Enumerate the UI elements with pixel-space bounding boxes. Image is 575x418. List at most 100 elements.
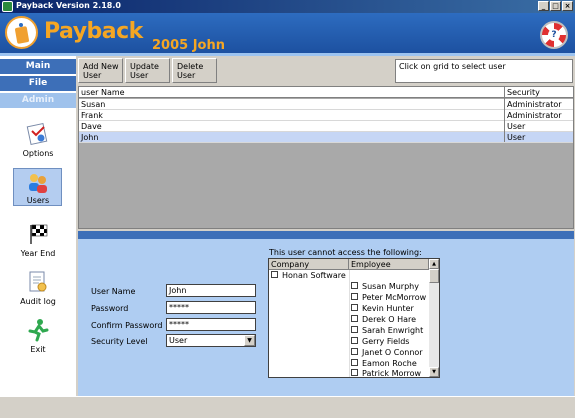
employee-name: Kevin Hunter — [362, 304, 414, 313]
employee-item[interactable]: Kevin Hunter — [351, 303, 414, 314]
cell-user-name: Susan — [81, 100, 106, 109]
audit-log-icon — [29, 271, 47, 292]
button-label-line: Add New — [83, 62, 119, 71]
button-label-line: Update — [130, 62, 159, 71]
checkered-flag-icon — [30, 224, 48, 244]
sidebar-item-year-end[interactable]: Year End — [0, 218, 76, 266]
employee-item[interactable]: Patrick Morrow — [351, 368, 421, 379]
sidebar-item-label: Users — [26, 196, 50, 205]
cell-user-name: Frank — [81, 111, 103, 120]
security-level-value: User — [169, 336, 188, 345]
user-toolbar: Add New User Update User Delete User — [78, 58, 217, 83]
access-restrictions-list[interactable]: Company Employee Honan Software Susan Mu… — [268, 258, 440, 378]
employee-checkbox[interactable] — [351, 282, 358, 289]
button-label-line: User — [83, 71, 102, 80]
employee-name: Gerry Fields — [362, 337, 410, 346]
status-bar — [0, 396, 575, 418]
title-bar: Payback Version 2.18.0 _ □ × — [0, 0, 575, 13]
user-name-field[interactable]: John — [166, 284, 256, 297]
year-user-label: 2005 John — [152, 38, 225, 53]
employee-item[interactable]: Sarah Enwright — [351, 325, 423, 336]
app-banner: Payback 2005 John ? — [0, 13, 575, 56]
security-level-select[interactable]: User ▼ — [166, 334, 256, 347]
confirm-password-label: Confirm Password — [91, 321, 163, 330]
table-row-selected[interactable]: John User — [79, 132, 573, 143]
minimize-button[interactable]: _ — [538, 1, 549, 11]
sidebar-item-options[interactable]: Options — [0, 118, 76, 166]
employee-name: Sarah Enwright — [362, 326, 424, 335]
table-row[interactable]: Frank Administrator — [79, 110, 573, 121]
chevron-down-icon[interactable]: ▼ — [244, 335, 255, 346]
password-field[interactable]: ***** — [166, 301, 256, 314]
window-title: Payback Version 2.18.0 — [16, 1, 121, 10]
button-label-line: Delete — [177, 62, 204, 71]
company-name: Honan Software — [282, 271, 346, 280]
grid-header: user Name Security — [79, 87, 573, 98]
user-name-label: User Name — [91, 287, 136, 296]
employee-item[interactable]: Susan Murphy — [351, 281, 419, 292]
sidebar-item-users[interactable]: Users — [0, 168, 76, 216]
button-label-line: User — [130, 71, 149, 80]
scroll-up-icon[interactable]: ▲ — [429, 259, 439, 269]
employee-checkbox[interactable] — [351, 315, 358, 322]
employee-name: Eamon Roche — [362, 359, 417, 368]
employee-checkbox[interactable] — [351, 337, 358, 344]
access-caption: This user cannot access the following: — [269, 248, 422, 257]
employee-name: Susan Murphy — [362, 282, 419, 291]
button-label-line: User — [177, 71, 196, 80]
column-divider — [504, 87, 505, 142]
exit-icon — [28, 319, 49, 342]
table-row[interactable]: Dave User — [79, 121, 573, 132]
employee-checkbox[interactable] — [351, 359, 358, 366]
security-level-label: Security Level — [91, 337, 148, 346]
nav-tab-main[interactable]: Main — [0, 59, 76, 74]
delete-user-button[interactable]: Delete User — [172, 58, 217, 83]
sidebar-item-label: Year End — [20, 249, 56, 258]
cell-user-name: John — [81, 133, 99, 142]
grid-hint-text: Click on grid to select user — [395, 59, 573, 83]
update-user-button[interactable]: Update User — [125, 58, 170, 83]
employee-name: Janet O Connor — [362, 348, 423, 357]
employee-checkbox[interactable] — [351, 326, 358, 333]
sidebar-item-exit[interactable]: Exit — [0, 314, 76, 362]
employee-item[interactable]: Janet O Connor — [351, 347, 423, 358]
maximize-button[interactable]: □ — [550, 1, 561, 11]
user-detail-panel: User Name John Password ***** Confirm Pa… — [78, 231, 574, 396]
nav-tab-admin[interactable]: Admin — [0, 93, 76, 108]
employee-checkbox[interactable] — [351, 348, 358, 355]
scroll-thumb[interactable] — [429, 269, 439, 283]
app-icon — [2, 1, 13, 12]
help-lifebuoy-icon[interactable]: ? — [540, 21, 568, 49]
cell-security: User — [507, 122, 526, 131]
column-header-employee[interactable]: Employee — [349, 259, 429, 270]
cell-user-name: Dave — [81, 122, 102, 131]
employee-checkbox[interactable] — [351, 304, 358, 311]
nav-tab-file[interactable]: File — [0, 76, 76, 91]
access-scrollbar[interactable]: ▲ ▼ — [429, 259, 439, 377]
sidebar: Main File Admin Options Users Year End A… — [0, 56, 76, 396]
employee-item[interactable]: Peter McMorrow — [351, 292, 426, 303]
column-header-security[interactable]: Security — [505, 87, 540, 98]
employee-item[interactable]: Gerry Fields — [351, 336, 409, 347]
employee-checkbox[interactable] — [351, 369, 358, 376]
column-header-company[interactable]: Company — [269, 259, 349, 270]
company-item[interactable]: Honan Software — [271, 270, 346, 281]
employee-checkbox[interactable] — [351, 293, 358, 300]
confirm-password-field[interactable]: ***** — [166, 318, 256, 331]
payback-logo-icon — [5, 16, 38, 49]
sidebar-item-label: Options — [22, 149, 54, 158]
table-row[interactable]: Susan Administrator — [79, 99, 573, 110]
users-grid[interactable]: user Name Security Susan Administrator F… — [78, 86, 574, 229]
scroll-down-icon[interactable]: ▼ — [429, 367, 439, 377]
sidebar-item-audit-log[interactable]: Audit log — [0, 266, 76, 314]
company-checkbox[interactable] — [271, 271, 278, 278]
column-header-user-name[interactable]: user Name — [79, 87, 125, 98]
options-icon — [26, 122, 48, 146]
close-button[interactable]: × — [562, 1, 573, 11]
password-label: Password — [91, 304, 129, 313]
employee-item[interactable]: Derek O Hare — [351, 314, 416, 325]
add-new-user-button[interactable]: Add New User — [78, 58, 123, 83]
sidebar-item-label: Audit log — [20, 297, 56, 306]
cell-security: Administrator — [507, 100, 562, 109]
employee-name: Derek O Hare — [362, 315, 417, 324]
